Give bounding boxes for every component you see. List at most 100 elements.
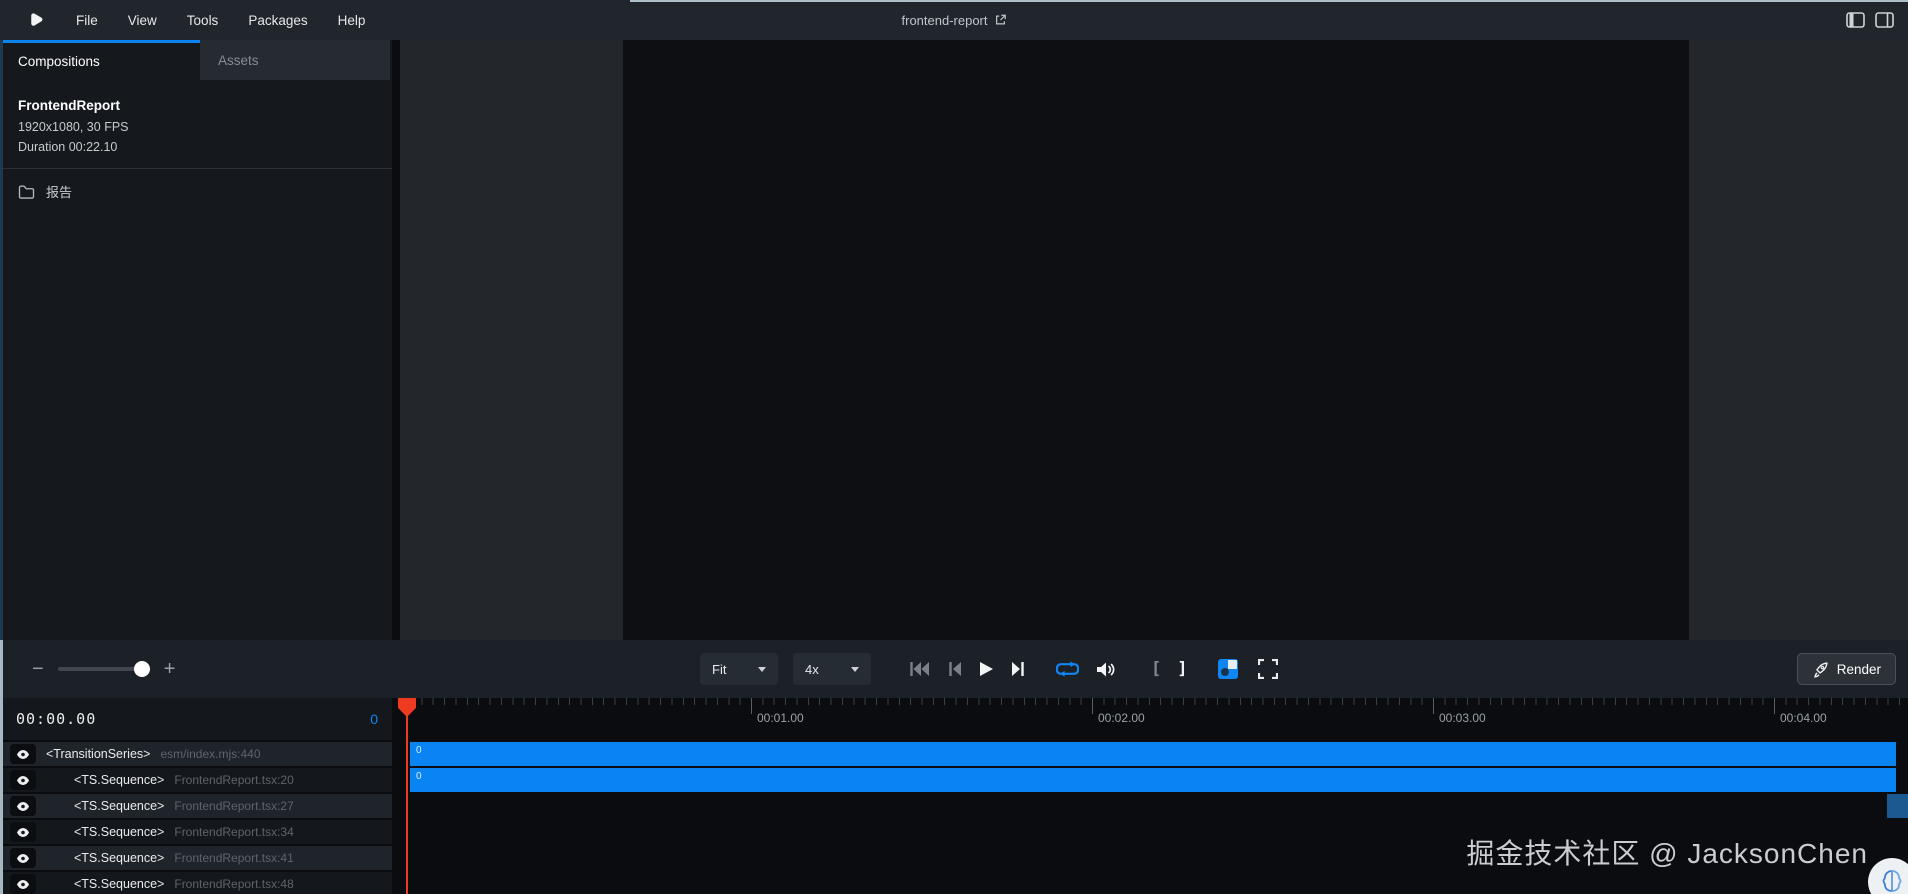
menu-bar: File View Tools Packages Help frontend-repor… (0, 0, 1908, 40)
transport-controls (909, 660, 1115, 678)
track-tag-label: <TS.Sequence> (74, 877, 164, 891)
track-tag-label: <TS.Sequence> (74, 773, 164, 787)
visibility-toggle-eye-icon[interactable] (10, 796, 36, 816)
track-tag-label: <TransitionSeries> (46, 747, 150, 761)
ruler-second-tick (1774, 698, 1775, 714)
preview-area (400, 40, 1908, 640)
composition-duration: Duration 00:22.10 (18, 140, 392, 154)
chevron-down-icon (851, 667, 859, 672)
ruler-time-label: 00:02.00 (1098, 711, 1145, 725)
volume-icon[interactable] (1096, 661, 1115, 678)
sequence-bar[interactable] (1887, 794, 1908, 818)
window-edge-left-bottom (0, 640, 3, 894)
next-frame-button[interactable] (1011, 661, 1025, 677)
sequence-bar[interactable]: 0 (410, 768, 1896, 792)
ruler-time-label: 00:04.00 (1780, 711, 1827, 725)
in-out-markers: [ ] (1151, 659, 1188, 679)
composition-resolution: 1920x1080, 30 FPS (18, 120, 392, 134)
transparency-checker-icon[interactable] (1218, 659, 1238, 679)
track-row[interactable]: <TS.Sequence> FrontendReport.tsx:27 (0, 794, 392, 818)
track-source-ref[interactable]: FrontendReport.tsx:48 (174, 877, 293, 891)
tab-compositions[interactable]: Compositions (0, 40, 200, 80)
timeline-header: 00:00.00 0 (0, 698, 392, 740)
menu-item-file[interactable]: File (76, 13, 98, 28)
visibility-toggle-eye-icon[interactable] (10, 744, 36, 764)
tab-assets[interactable]: Assets (200, 40, 390, 80)
visibility-toggle-eye-icon[interactable] (10, 874, 36, 894)
track-row[interactable]: <TransitionSeries> esm/index.mjs:440 (0, 742, 392, 766)
composition-name: FrontendReport (18, 98, 392, 113)
render-button-label: Render (1837, 662, 1881, 677)
track-tag-label: <TS.Sequence> (74, 851, 164, 865)
track-source-ref[interactable]: FrontendReport.tsx:20 (174, 773, 293, 787)
window-edge-left (0, 40, 3, 640)
tab-compositions-label: Compositions (18, 54, 100, 69)
timeline-ruler[interactable]: 00:01.00 00:02.00 00:03.00 00:04.00 (400, 698, 1908, 740)
folder-icon (18, 185, 35, 199)
track-source-ref[interactable]: FrontendReport.tsx:34 (174, 825, 293, 839)
external-link-icon[interactable] (995, 14, 1007, 26)
zoom-out-button[interactable]: − (32, 659, 44, 679)
tab-assets-label: Assets (218, 53, 259, 68)
track-row[interactable]: <TS.Sequence> FrontendReport.tsx:20 (0, 768, 392, 792)
composition-title-text: frontend-report (902, 13, 988, 28)
track-row[interactable]: <TS.Sequence> FrontendReport.tsx:48 (0, 872, 392, 894)
sequence-bar-frame-label: 0 (410, 742, 1896, 756)
current-time-display: 00:00.00 (16, 710, 96, 728)
remotion-logo-icon[interactable] (26, 11, 44, 29)
timeline-zoom-controls: − + (32, 640, 175, 698)
menu-item-view[interactable]: View (128, 13, 157, 28)
menu-item-packages[interactable]: Packages (248, 13, 307, 28)
chevron-down-icon (758, 667, 766, 672)
rocket-icon (1812, 661, 1829, 678)
track-source-ref[interactable]: FrontendReport.tsx:27 (174, 799, 293, 813)
track-tag-label: <TS.Sequence> (74, 825, 164, 839)
window-title[interactable]: frontend-report (902, 13, 1007, 28)
jump-to-start-button[interactable] (909, 661, 931, 677)
track-source-ref[interactable]: esm/index.mjs:440 (160, 747, 260, 761)
previous-frame-button[interactable] (948, 661, 962, 677)
ruler-time-label: 00:03.00 (1439, 711, 1486, 725)
track-row[interactable]: <TS.Sequence> FrontendReport.tsx:41 (0, 846, 392, 870)
visibility-toggle-eye-icon[interactable] (10, 848, 36, 868)
ruler-second-tick (1092, 698, 1093, 714)
visibility-toggle-eye-icon[interactable] (10, 770, 36, 790)
set-out-point-button[interactable]: ] (1177, 659, 1187, 679)
sequence-bar[interactable]: 0 (410, 742, 1896, 766)
visibility-toggle-eye-icon[interactable] (10, 822, 36, 842)
zoom-slider[interactable] (58, 667, 150, 671)
play-button[interactable] (979, 661, 994, 677)
sequence-bar-frame-label: 0 (410, 768, 1896, 782)
composition-info: FrontendReport 1920x1080, 30 FPS Duratio… (0, 80, 392, 154)
track-row[interactable]: <TS.Sequence> FrontendReport.tsx:34 (0, 820, 392, 844)
sidebar-item-folder[interactable]: 报告 (0, 169, 392, 214)
ruler-time-label: 00:01.00 (757, 711, 804, 725)
zoom-in-button[interactable]: + (164, 659, 176, 679)
ruler-second-tick (1433, 698, 1434, 714)
current-frame-display: 0 (370, 711, 378, 727)
zoom-slider-knob[interactable] (134, 661, 150, 677)
canvas-size-value: Fit (712, 662, 726, 677)
toolbar-right: Render (1797, 653, 1896, 685)
toolbar-center: Fit 4x (700, 653, 1278, 685)
render-button[interactable]: Render (1797, 653, 1896, 685)
set-in-point-button[interactable]: [ (1151, 659, 1161, 679)
toggle-right-panel-icon[interactable] (1875, 12, 1894, 28)
loop-toggle-icon[interactable] (1056, 660, 1079, 678)
menu-item-help[interactable]: Help (338, 13, 366, 28)
playhead[interactable] (406, 698, 408, 894)
ruler-ticks (410, 698, 1906, 705)
playback-toolbar: − + Fit 4x (0, 640, 1908, 698)
composition-canvas[interactable] (623, 40, 1689, 640)
watermark-text: 掘金技术社区 @ JacksonChen (1466, 832, 1868, 872)
canvas-size-select[interactable]: Fit (700, 653, 778, 685)
sidebar-tabs: Compositions Assets (0, 40, 392, 80)
playback-speed-select[interactable]: 4x (793, 653, 871, 685)
toggle-left-panel-icon[interactable] (1846, 12, 1865, 28)
menu-item-tools[interactable]: Tools (187, 13, 219, 28)
track-source-ref[interactable]: FrontendReport.tsx:41 (174, 851, 293, 865)
track-tag-label: <TS.Sequence> (74, 799, 164, 813)
timeline-panel: 00:00.00 0 <TransitionSeries> esm/index.m… (0, 698, 1908, 894)
fullscreen-icon[interactable] (1258, 659, 1278, 679)
playback-speed-value: 4x (805, 662, 819, 677)
